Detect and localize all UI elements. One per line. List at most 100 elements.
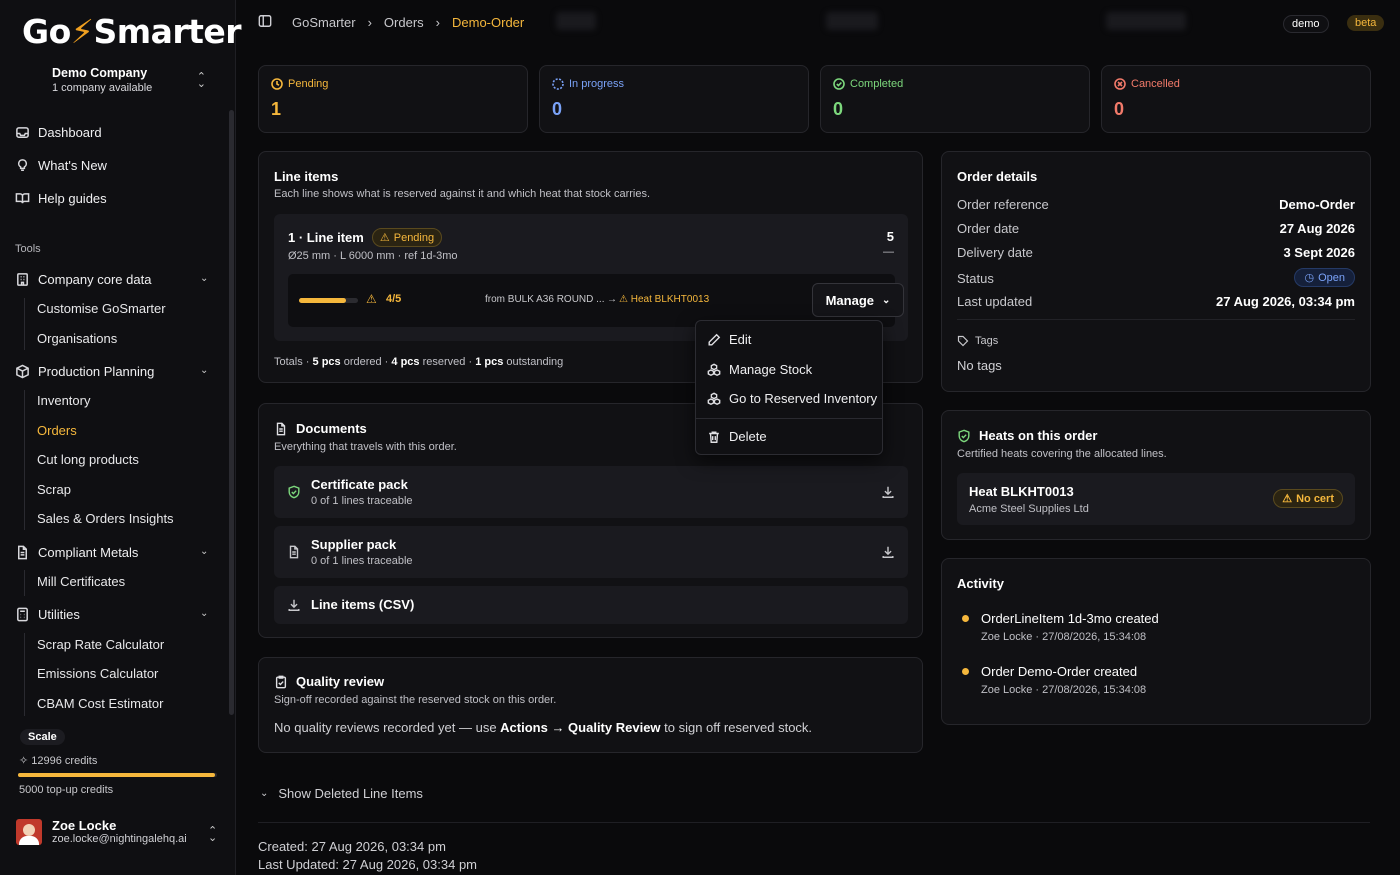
tags-value: No tags: [957, 358, 1002, 373]
calculator-icon: [14, 606, 30, 622]
sidebar: Go⚡Smarter Demo Company 1 company availa…: [0, 0, 242, 875]
totals-ordered-label: ordered ·: [340, 356, 392, 368]
sidebar-toggle-icon[interactable]: [258, 14, 272, 31]
supplier-pack-subtitle: 0 of 1 lines traceable: [311, 555, 413, 567]
documents-title: Documents: [296, 421, 367, 436]
user-name: Zoe Locke: [52, 818, 117, 833]
reservation-progress-fill: [299, 298, 347, 303]
stat-label-text: Cancelled: [1131, 78, 1180, 90]
status-badge-label: Open: [1318, 271, 1345, 284]
breadcrumb-root[interactable]: GoSmarter: [292, 15, 356, 30]
stat-completed-label: Completed: [833, 78, 903, 90]
nav-orders[interactable]: Orders: [37, 423, 77, 438]
nav-scrap[interactable]: Scrap: [37, 482, 71, 497]
chevron-down-icon[interactable]: ⌄: [200, 273, 208, 284]
heats-title: Heats on this order: [979, 428, 1098, 443]
nav-whats-new-label: What's New: [38, 157, 107, 173]
nav-scrap-rate-calculator[interactable]: Scrap Rate Calculator: [37, 637, 164, 652]
created-timestamp: Created: 27 Aug 2026, 03:34 pm: [258, 839, 446, 854]
beta-badge: beta: [1347, 15, 1385, 31]
source-stock: from BULK A36 ROUND ...: [485, 294, 605, 305]
nav-production-planning[interactable]: Production Planning: [14, 361, 154, 381]
nav-sales-orders-insights[interactable]: Sales & Orders Insights: [37, 511, 174, 526]
file-text-icon: [276, 422, 286, 435]
shield-check-icon: [288, 485, 300, 499]
chevron-down-icon: ⌄: [260, 788, 269, 799]
menu-item-delete[interactable]: Delete: [707, 429, 767, 444]
stat-completed-value: 0: [833, 99, 844, 119]
line-item-spec: Ø25 mm · L 6000 mm · ref 1d-3mo: [288, 250, 458, 262]
submenu-guide-line: [24, 633, 25, 716]
manage-button[interactable]: Manage ⌄: [812, 283, 904, 317]
nav-inventory[interactable]: Inventory: [37, 393, 90, 408]
stat-completed: Completed 0: [820, 65, 1090, 133]
tag-icon: [957, 335, 969, 347]
chevrons-up-down-icon[interactable]: ⌃ ⌄: [208, 826, 219, 844]
chevron-down-icon[interactable]: ⌄: [200, 365, 208, 376]
company-switcher[interactable]: Demo Company 1 company available ⌃ ⌄: [52, 66, 222, 94]
stat-label-text: In progress: [569, 78, 625, 90]
alert-triangle-icon: ⚠: [1282, 493, 1293, 505]
x-circle-icon: [1114, 78, 1126, 90]
stat-pending-label: Pending: [271, 78, 328, 90]
certificate-pack-subtitle: 0 of 1 lines traceable: [311, 495, 413, 507]
nav-cbam-cost-estimator[interactable]: CBAM Cost Estimator: [37, 696, 163, 711]
status-badge: ◷ Open: [1294, 268, 1355, 287]
menu-item-edit[interactable]: Edit: [707, 332, 751, 347]
submenu-guide-line: [24, 298, 25, 350]
line-item-qty: 5: [886, 229, 894, 244]
detail-key: Status: [957, 271, 994, 286]
supplier-pack-title: Supplier pack: [311, 537, 397, 552]
supplier-pack-row[interactable]: Supplier pack 0 of 1 lines traceable: [274, 526, 908, 578]
nav-utilities[interactable]: Utilities: [14, 604, 80, 624]
divider: [258, 822, 1370, 823]
line-items-csv-row[interactable]: Line items (CSV): [274, 586, 908, 624]
user-menu[interactable]: Zoe Locke zoe.locke@nightingalehq.ai: [16, 818, 187, 845]
heat-row[interactable]: Heat BLKHT0013 Acme Steel Supplies Ltd ⚠…: [957, 473, 1355, 525]
heat-link[interactable]: ⚠ Heat BLKHT0013: [619, 294, 709, 305]
stat-cancelled-label: Cancelled: [1114, 78, 1180, 90]
nav-compliant-metals[interactable]: Compliant Metals: [14, 542, 138, 562]
gosmarter-logo[interactable]: Go⚡Smarter: [22, 12, 242, 51]
stat-label-text: Completed: [850, 78, 904, 90]
avatar: [16, 818, 42, 845]
file-text-icon: [289, 545, 299, 559]
nav-company-core-data[interactable]: Company core data: [14, 269, 151, 289]
quality-text-prefix: No quality reviews recorded yet — use: [274, 720, 501, 735]
nav-emissions-calculator[interactable]: Emissions Calculator: [37, 666, 158, 681]
chevron-down-icon[interactable]: ⌄: [200, 608, 208, 619]
sidebar-scrollbar[interactable]: [229, 110, 234, 715]
nav-customise-gosmarter[interactable]: Customise GoSmarter: [37, 301, 166, 316]
breadcrumb-orders[interactable]: Orders: [384, 15, 424, 30]
detail-delivery-date: Delivery date 3 Sept 2026: [957, 245, 1355, 260]
heat-name: Heat BLKHT0013: [969, 484, 1074, 499]
menu-item-label: Delete: [729, 429, 767, 444]
line-items-subtitle: Each line shows what is reserved against…: [274, 188, 651, 200]
heat-link-label: Heat BLKHT0013: [630, 294, 710, 305]
nav-mill-certificates[interactable]: Mill Certificates: [37, 574, 125, 589]
status-badge: ⚠ Pending: [371, 228, 443, 247]
alert-triangle-icon: ⚠: [379, 232, 390, 244]
nav-whats-new[interactable]: What's New: [14, 155, 107, 175]
nav-dashboard[interactable]: Dashboard: [14, 122, 102, 142]
alert-triangle-icon: ⚠: [366, 292, 377, 306]
arrow-right-icon: →: [607, 294, 617, 305]
totals-outstanding: 1 pcs: [475, 356, 504, 368]
detail-order-reference: Order reference Demo-Order: [957, 197, 1355, 212]
menu-item-manage-stock[interactable]: Manage Stock: [707, 362, 812, 377]
shield-check-icon: [958, 429, 970, 442]
nav-cut-long-products[interactable]: Cut long products: [37, 452, 139, 467]
menu-item-goto-reserved-inventory[interactable]: Go to Reserved Inventory: [707, 391, 877, 406]
detail-status: Status ◷ Open: [957, 268, 1355, 287]
package-icon: [14, 363, 30, 379]
nav-help-guides[interactable]: Help guides: [14, 188, 107, 208]
chevron-right-icon: ›: [367, 15, 372, 30]
sparkle-icon: ✧: [19, 755, 29, 767]
nav-organisations[interactable]: Organisations: [37, 331, 117, 346]
user-email: zoe.locke@nightingalehq.ai: [52, 833, 187, 845]
tags-label-text: Tags: [975, 335, 999, 347]
detail-value: 27 Aug 2026, 03:34 pm: [1216, 294, 1355, 309]
certificate-pack-row[interactable]: Certificate pack 0 of 1 lines traceable: [274, 466, 908, 518]
chevron-down-icon[interactable]: ⌄: [200, 546, 208, 557]
show-deleted-toggle[interactable]: ⌄ Show Deleted Line Items: [260, 786, 423, 801]
